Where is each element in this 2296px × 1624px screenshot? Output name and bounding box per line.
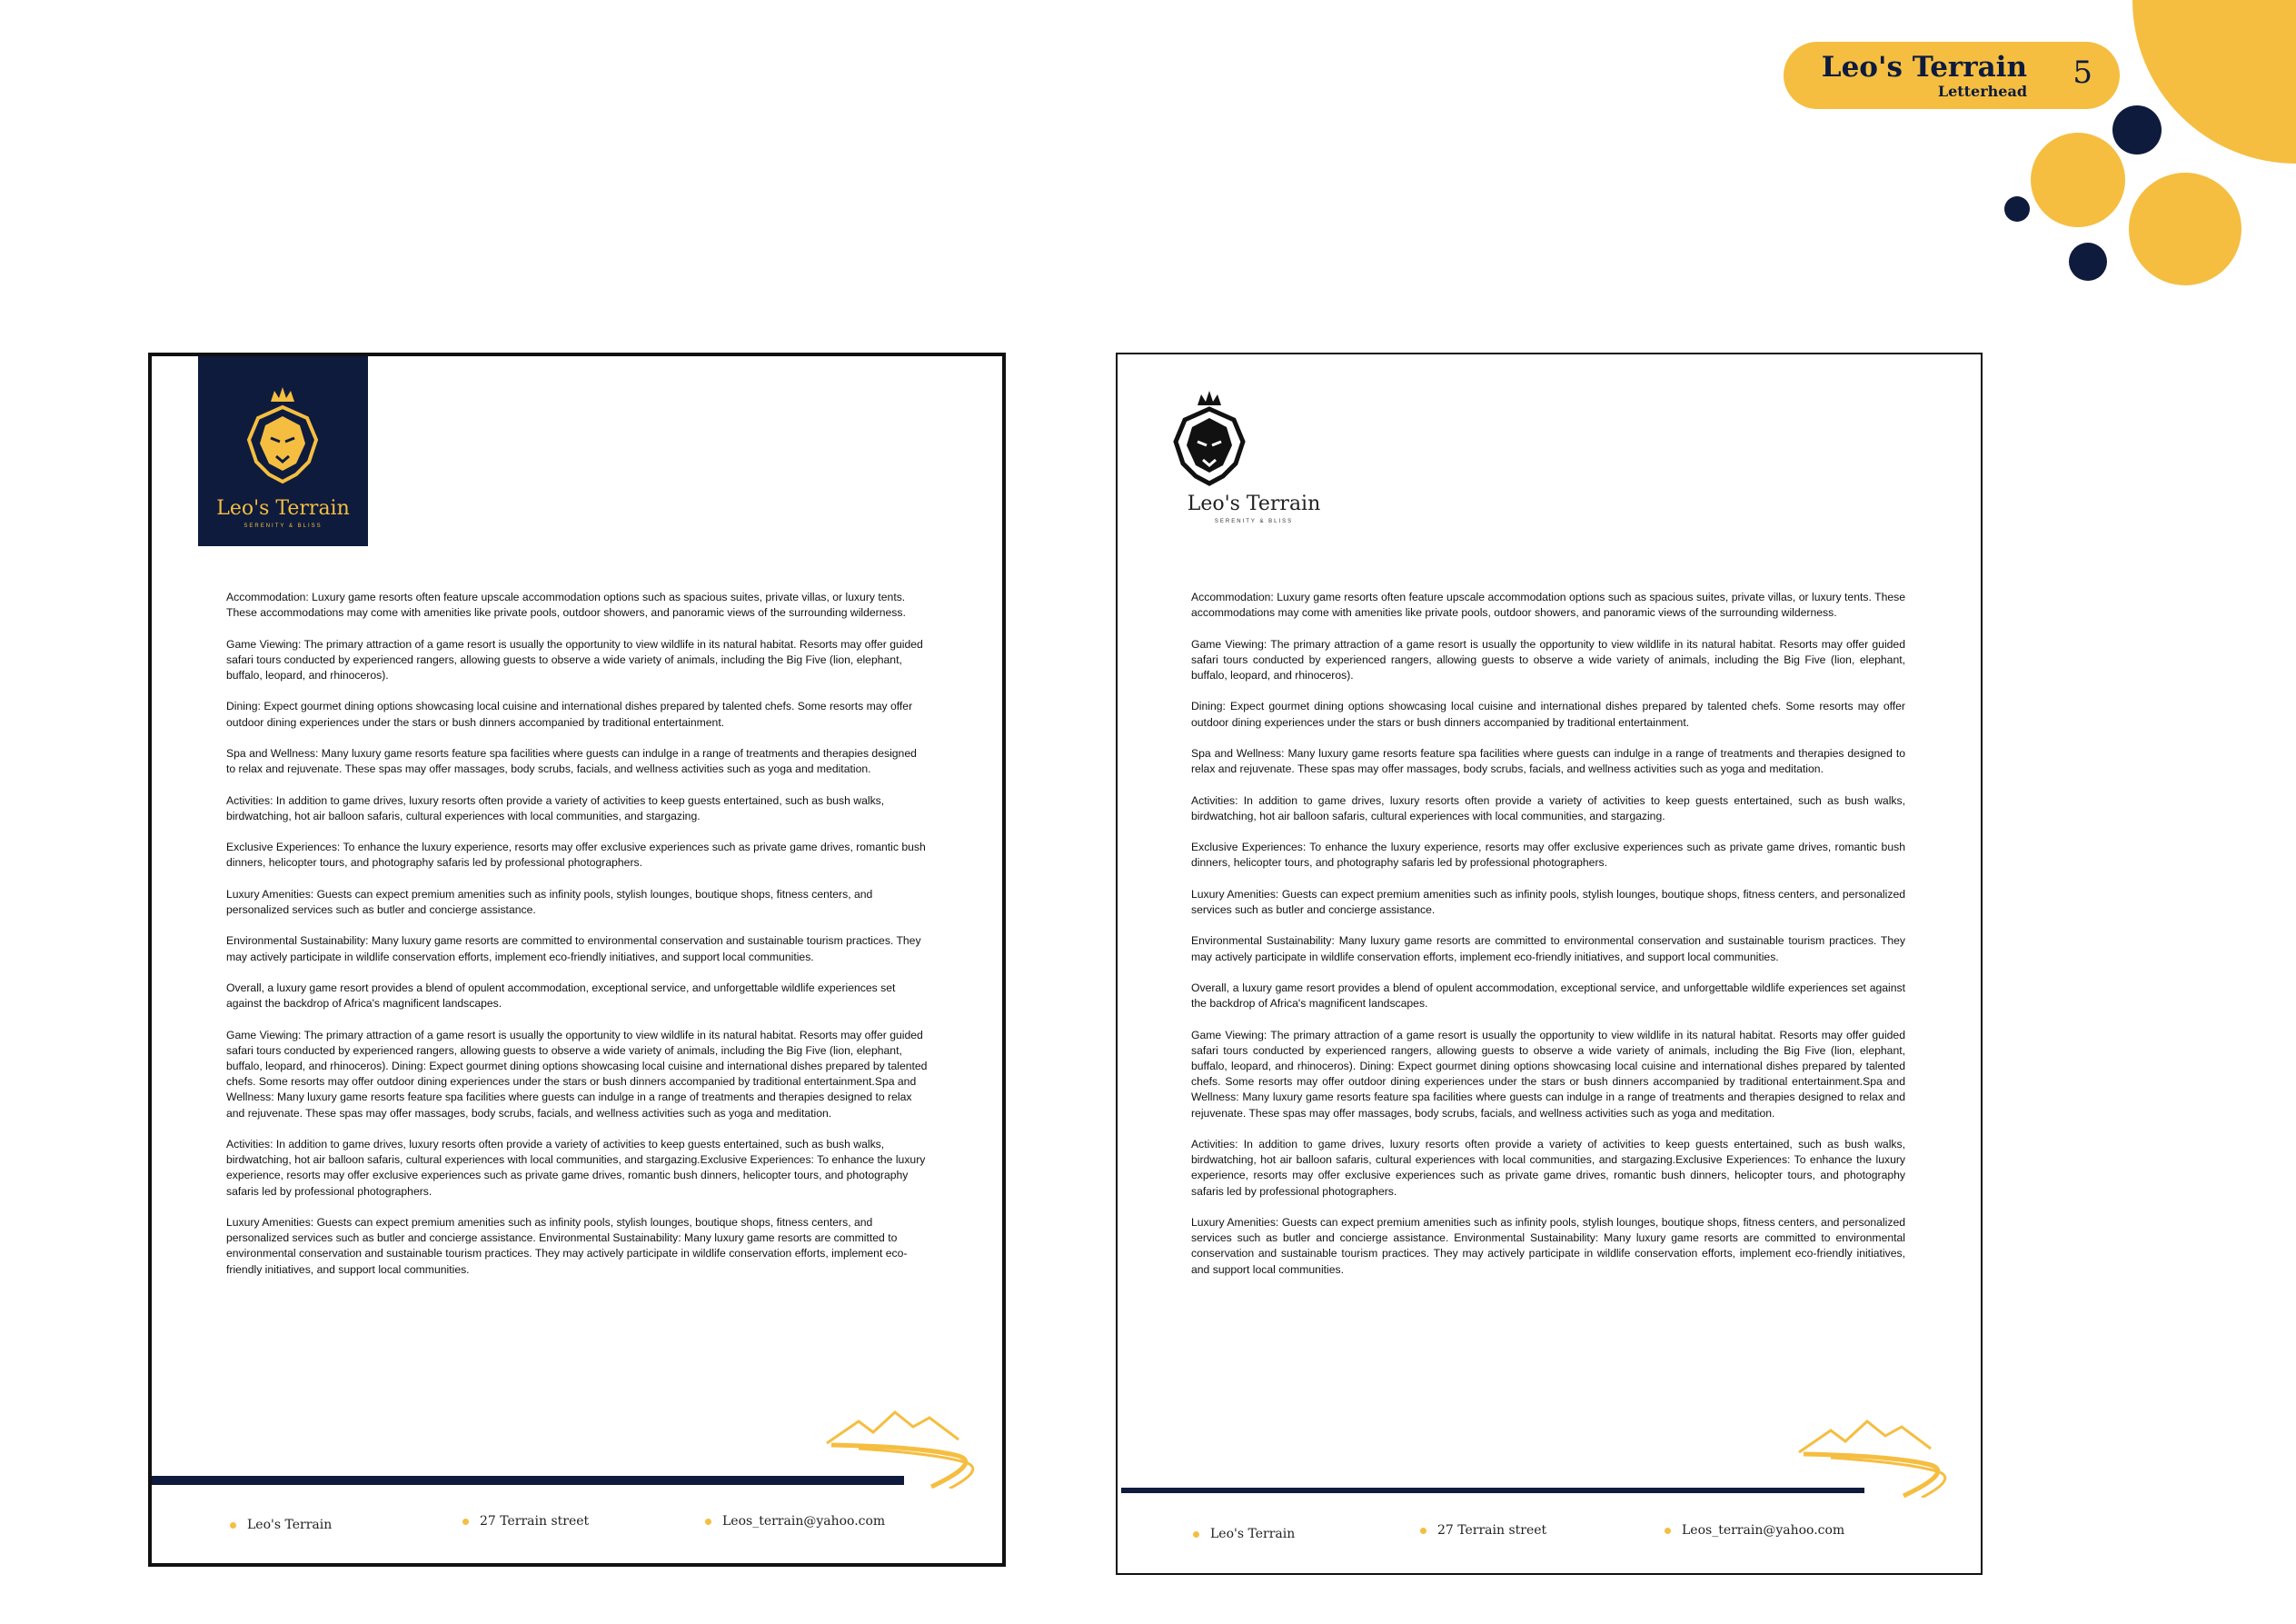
header-pill: Leo's Terrain Letterhead 5 [1784,42,2120,109]
paragraph: Exclusive Experiences: To enhance the lu… [226,841,926,870]
logo: Leo's Terrain SERENITY & BLISS [1163,391,1345,545]
paragraph: Game Viewing: The primary attraction of … [1191,637,1905,682]
bullet-icon [1420,1527,1426,1534]
paragraph: Activities: In addition to game drives, … [1191,1137,1905,1198]
paragraph: Activities: In addition to game drives, … [226,793,885,822]
footer-address: 27 Terrain street [1420,1523,1546,1538]
letterhead-light: Leo's Terrain SERENITY & BLISS Accommoda… [1116,353,1983,1575]
bullet-icon [1665,1527,1671,1534]
paragraph: Accommodation: Luxury game resorts often… [226,591,906,620]
bullet-icon [462,1518,469,1525]
letter-body: Accommodation: Luxury game resorts often… [1191,590,1905,1293]
paragraph: Overall, a luxury game resort provides a… [1191,981,1905,1011]
paragraph: Activities: In addition to game drives, … [226,1137,926,1198]
letterhead-navy: Leo's Terrain SERENITY & BLISS Accommoda… [148,353,1006,1567]
lion-logo-icon [1173,391,1246,486]
footer-address: 27 Terrain street [462,1514,589,1529]
footer-divider [1121,1488,1864,1493]
paragraph: Spa and Wellness: Many luxury game resor… [1191,746,1905,776]
brand-tagline: SERENITY & BLISS [1214,519,1294,524]
paragraph: Overall, a luxury game resort provides a… [226,981,896,1011]
paragraph: Activities: In addition to game drives, … [1191,793,1905,822]
paragraph: Environmental Sustainability: Many luxur… [226,934,921,963]
footer-company: Leo's Terrain [230,1518,332,1532]
paragraph: Game Viewing: The primary attraction of … [226,637,923,682]
footer-email[interactable]: Leos_terrain@yahoo.com [1665,1523,1844,1538]
bullet-icon [1193,1530,1199,1538]
header-title: Leo's Terrain [1821,51,2027,84]
paragraph: Spa and Wellness: Many luxury game resor… [226,746,917,776]
header-subtitle: Letterhead [1937,83,2027,100]
paragraph: Game Viewing: The primary attraction of … [1191,1028,1905,1120]
logo-box: Leo's Terrain SERENITY & BLISS [198,356,368,546]
paragraph: Dining: Expect gourmet dining options sh… [226,700,913,729]
lion-logo-icon [246,387,319,484]
footer-email[interactable]: Leos_terrain@yahoo.com [705,1514,885,1529]
footer-divider [152,1476,904,1485]
paragraph: Dining: Expect gourmet dining options sh… [1191,700,1905,729]
paragraph: Exclusive Experiences: To enhance the lu… [1191,841,1905,870]
paragraph: Accommodation: Luxury game resorts often… [1191,591,1905,620]
bullet-icon [705,1518,711,1525]
mountain-road-icon [1798,1420,1947,1498]
paragraph: Luxury Amenities: Guests can expect prem… [1191,1215,1905,1276]
paragraph: Luxury Amenities: Guests can expect prem… [226,887,873,916]
brand-name: Leo's Terrain [1187,493,1321,515]
brand-name: Leo's Terrain [216,497,350,520]
page-number: 5 [2072,55,2092,91]
bullet-icon [230,1521,236,1529]
paragraph: Luxury Amenities: Guests can expect prem… [1191,887,1905,916]
brand-tagline: SERENITY & BLISS [244,523,323,529]
footer-company: Leo's Terrain [1193,1527,1295,1541]
letter-body: Accommodation: Luxury game resorts often… [226,590,928,1293]
paragraph: Game Viewing: The primary attraction of … [226,1028,928,1120]
paragraph: Environmental Sustainability: Many luxur… [1191,934,1905,963]
paragraph: Luxury Amenities: Guests can expect prem… [226,1215,908,1276]
